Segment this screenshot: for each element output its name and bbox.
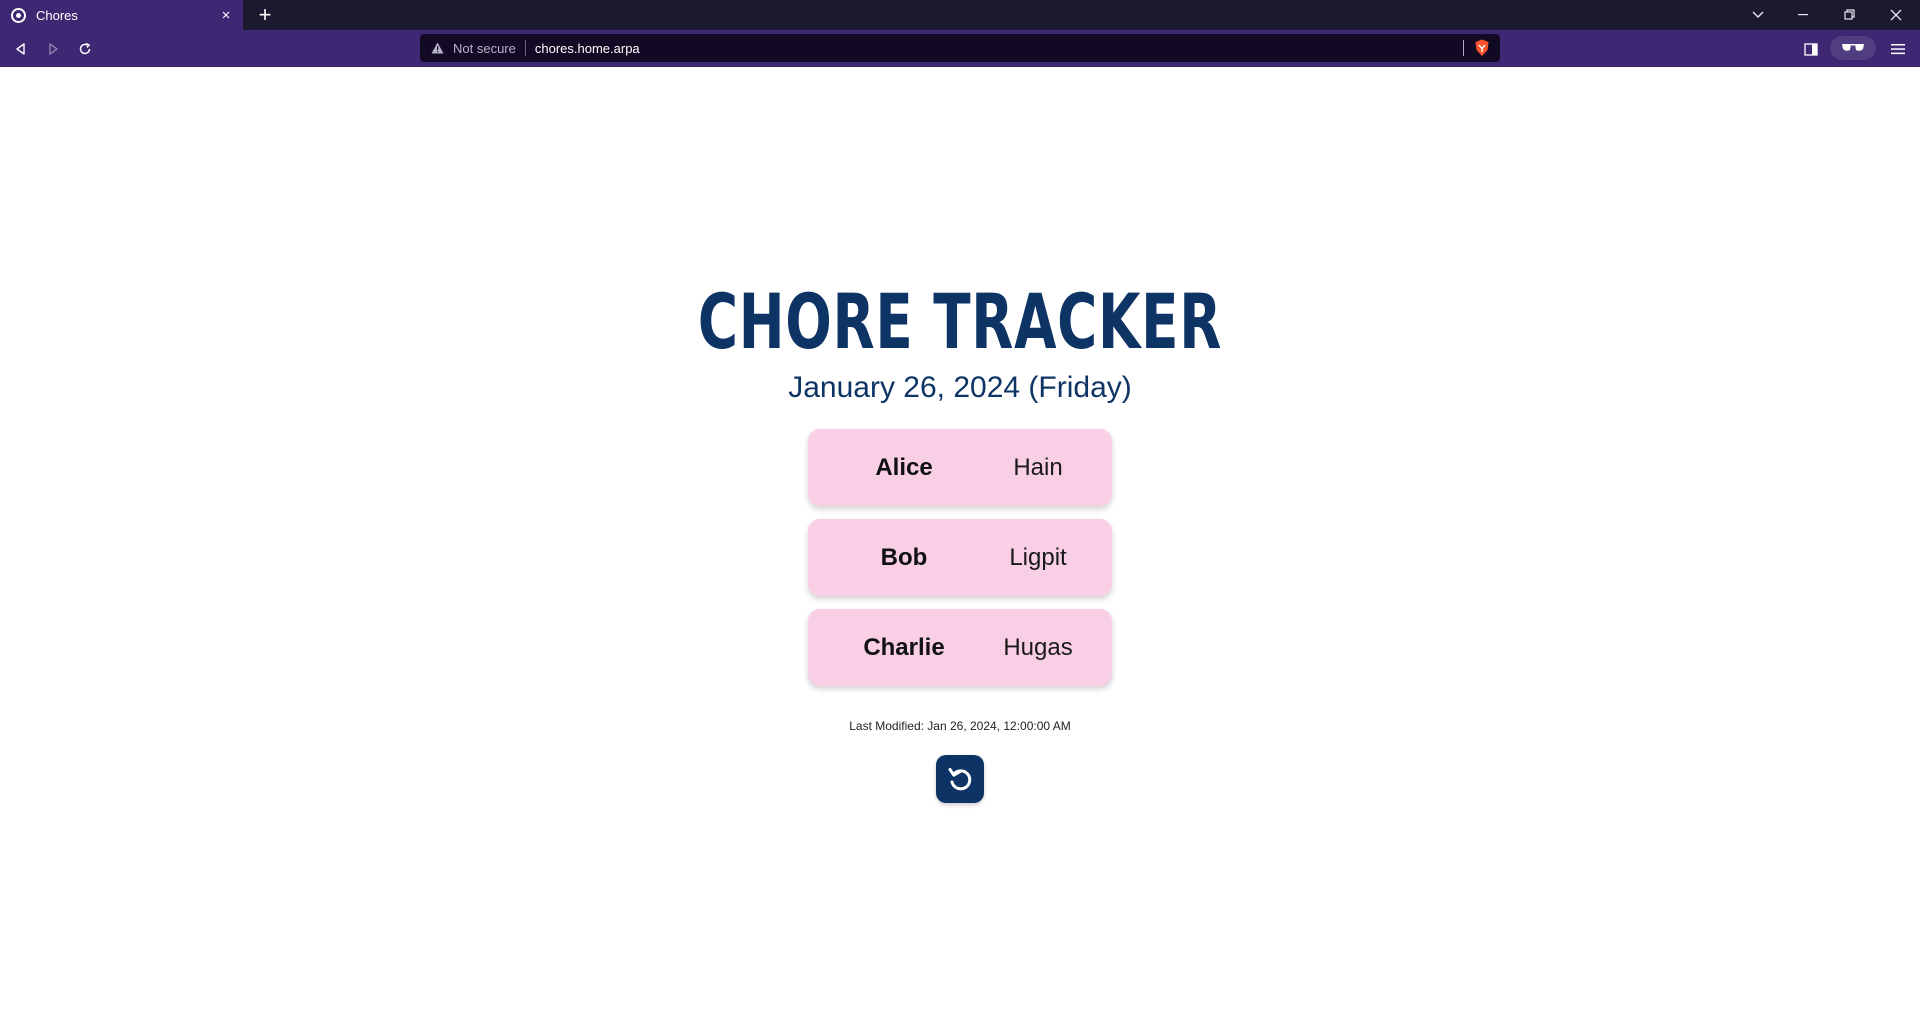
window-close-icon[interactable] <box>1873 0 1919 30</box>
tab-chores[interactable]: Chores × <box>0 0 243 30</box>
browser-toolbar: Not secure chores.home.arpa <box>0 30 1920 67</box>
page-title: CHORE TRACKER <box>697 277 1223 366</box>
security-status-label[interactable]: Not secure <box>453 41 516 56</box>
undo-rotate-icon <box>946 765 974 793</box>
chore-card-alice[interactable]: Alice Hain <box>808 429 1112 506</box>
tab-title: Chores <box>36 7 78 23</box>
chore-card-charlie[interactable]: Charlie Hugas <box>808 609 1112 686</box>
chore-card-bob[interactable]: Bob Ligpit <box>808 519 1112 596</box>
current-date: January 26, 2024 (Friday) <box>788 371 1132 404</box>
wallet-sunglasses-icon[interactable] <box>1830 36 1876 60</box>
chore-task: Hain <box>1013 453 1063 481</box>
url-end-divider <box>1463 40 1464 56</box>
chore-person-name: Alice <box>875 453 933 481</box>
site-favicon-icon <box>11 7 26 23</box>
chore-task: Hugas <box>1003 633 1073 661</box>
page-content: CHORE TRACKER January 26, 2024 (Friday) … <box>0 67 1920 1030</box>
new-tab-button[interactable]: + <box>253 3 277 27</box>
menu-hamburger-icon[interactable] <box>1885 36 1911 62</box>
brave-shield-icon[interactable] <box>1474 39 1490 57</box>
chore-person-name: Bob <box>880 543 928 571</box>
url-divider <box>524 40 526 56</box>
chore-task: Ligpit <box>1009 543 1067 571</box>
url-text[interactable]: chores.home.arpa <box>535 41 1463 56</box>
tab-search-chevron-icon[interactable] <box>1735 0 1781 30</box>
back-arrow-icon[interactable] <box>8 36 34 62</box>
reload-icon[interactable] <box>72 36 98 62</box>
reset-button[interactable] <box>936 755 984 803</box>
tab-close-icon[interactable]: × <box>217 6 235 24</box>
restore-icon[interactable] <box>1827 0 1873 30</box>
last-modified-text: Last Modified: Jan 26, 2024, 12:00:00 AM <box>849 719 1071 733</box>
sidebar-toggle-icon[interactable] <box>1798 36 1824 62</box>
chore-list: Alice Hain Bob Ligpit Charlie Hugas <box>808 429 1112 699</box>
address-bar[interactable]: Not secure chores.home.arpa <box>420 34 1500 62</box>
warning-triangle-icon[interactable] <box>431 42 444 54</box>
minimize-icon[interactable] <box>1781 0 1827 30</box>
tab-strip: Chores × + <box>0 0 1920 30</box>
forward-arrow-icon[interactable] <box>40 36 66 62</box>
chore-person-name: Charlie <box>863 633 945 661</box>
